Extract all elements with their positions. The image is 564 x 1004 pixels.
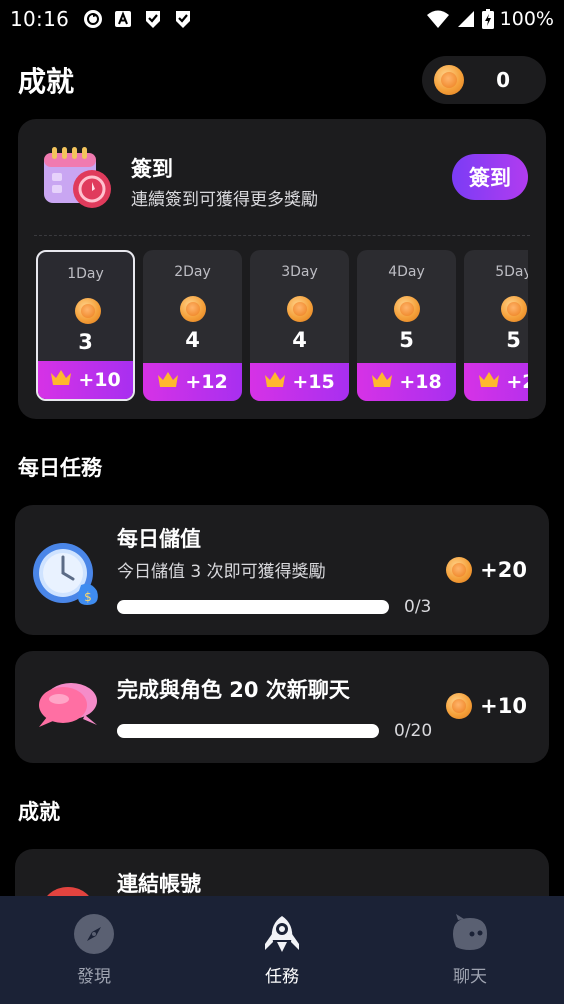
day-bonus-bar: +10: [38, 361, 133, 399]
task-progress-bar: [117, 600, 389, 614]
coin-balance-value: 0: [496, 68, 510, 92]
coin-balance-pill[interactable]: 0: [422, 56, 546, 104]
status-time: 10:16: [10, 7, 70, 31]
nav-item-chat[interactable]: 聊天: [376, 896, 564, 1004]
day-bonus-value: +18: [399, 371, 442, 393]
achievements-heading: 成就: [18, 800, 60, 824]
coin-icon: [287, 296, 313, 322]
coin-icon: [434, 65, 464, 95]
checkin-card: 簽到 連續簽到可獲得更多獎勵 簽到 1Day 3 +10 2Day 4 +12 …: [18, 119, 546, 419]
nav-label: 發現: [77, 967, 111, 987]
day-coin-amount: 5: [506, 328, 521, 352]
checkin-subtitle: 連續簽到可獲得更多獎勵: [131, 190, 318, 210]
task-subtitle: 今日儲值 3 次即可獲得獎勵: [117, 562, 326, 582]
rocket-icon: [262, 914, 302, 954]
day-coin-amount: 3: [78, 330, 93, 354]
daily-tasks-heading: 每日任務: [18, 456, 102, 480]
task-reward-value: +10: [480, 694, 527, 718]
crown-icon: [157, 371, 179, 393]
day-bonus-value: +10: [78, 369, 121, 391]
day-bonus-bar: +20: [464, 363, 528, 401]
cellular-signal-icon: [456, 9, 476, 29]
shield-check-icon: [143, 9, 163, 29]
svg-text:$: $: [84, 590, 92, 604]
task-progress-text: 0/3: [404, 597, 432, 617]
nav-label: 聊天: [453, 967, 487, 987]
day-label: 5Day: [495, 264, 528, 280]
crown-icon: [50, 369, 72, 391]
task-reward: +10: [446, 693, 527, 719]
day-bonus-bar: +12: [143, 363, 242, 401]
task-title: 每日儲值: [117, 527, 201, 551]
task-progress-text: 0/20: [394, 721, 433, 741]
task-reward-value: +20: [480, 558, 527, 582]
checkin-day-4[interactable]: 4Day 5 +18: [357, 250, 456, 401]
coin-icon: [446, 693, 473, 719]
calendar-icon: [42, 145, 114, 211]
status-bar: 10:16 100%: [0, 0, 564, 38]
page-title: 成就: [18, 65, 75, 98]
day-bonus-value: +15: [292, 371, 335, 393]
coin-icon: [446, 557, 473, 583]
shield-check-icon: [173, 9, 193, 29]
checkin-day-3[interactable]: 3Day 4 +15: [250, 250, 349, 401]
crown-icon: [264, 371, 286, 393]
crown-icon: [478, 371, 500, 393]
day-label: 1Day: [67, 266, 104, 282]
clock-money-bag-icon: $: [31, 541, 103, 611]
crown-icon: [371, 371, 393, 393]
nav-label: 任務: [265, 967, 299, 987]
nav-item-tasks[interactable]: 任務: [188, 896, 376, 1004]
checkin-button[interactable]: 簽到: [452, 154, 528, 200]
nav-item-discover[interactable]: 發現: [0, 896, 188, 1004]
chat-bubbles-icon: [35, 677, 101, 733]
compass-icon: [74, 914, 114, 954]
task-progress-bar: [117, 724, 379, 738]
task-title: 完成與角色 20 次新聊天: [117, 678, 350, 702]
bottom-navigation: 發現 任務 聊天: [0, 896, 564, 1004]
checkin-day-2[interactable]: 2Day 4 +12: [143, 250, 242, 401]
notification-icons: [83, 9, 193, 29]
day-coin-amount: 5: [399, 328, 414, 352]
coin-icon: [180, 296, 206, 322]
battery-percentage: 100%: [499, 8, 554, 30]
text-app-icon: [113, 9, 133, 29]
battery-icon: [481, 9, 494, 29]
day-label: 3Day: [281, 264, 318, 280]
task-card-character-chats[interactable]: 完成與角色 20 次新聊天 0/20 +10: [15, 651, 549, 763]
day-coin-amount: 4: [292, 328, 307, 352]
coin-icon: [501, 296, 527, 322]
day-bonus-bar: +15: [250, 363, 349, 401]
checkin-day-1[interactable]: 1Day 3 +10: [36, 250, 135, 401]
checkin-days-row[interactable]: 1Day 3 +10 2Day 4 +12 3Day 4 +15 4Day 5 …: [36, 250, 528, 401]
task-reward: +20: [446, 557, 527, 583]
day-bonus-value: +20: [506, 371, 528, 393]
coin-icon: [394, 296, 420, 322]
day-bonus-bar: +18: [357, 363, 456, 401]
coin-icon: [75, 298, 101, 324]
day-bonus-value: +12: [185, 371, 228, 393]
wifi-icon: [426, 9, 450, 29]
day-coin-amount: 4: [185, 328, 200, 352]
checkin-day-5[interactable]: 5Day 5 +20: [464, 250, 528, 401]
page-header: 成就 0: [18, 56, 546, 104]
chat-bubble-icon: [450, 914, 490, 954]
checkin-title: 簽到: [131, 157, 173, 181]
achievement-title: 連結帳號: [117, 872, 201, 896]
day-label: 2Day: [174, 264, 211, 280]
day-label: 4Day: [388, 264, 425, 280]
divider: [34, 235, 530, 236]
task-card-daily-recharge[interactable]: $ 每日儲值 今日儲值 3 次即可獲得獎勵 0/3 +20: [15, 505, 549, 635]
sync-icon: [83, 9, 103, 29]
